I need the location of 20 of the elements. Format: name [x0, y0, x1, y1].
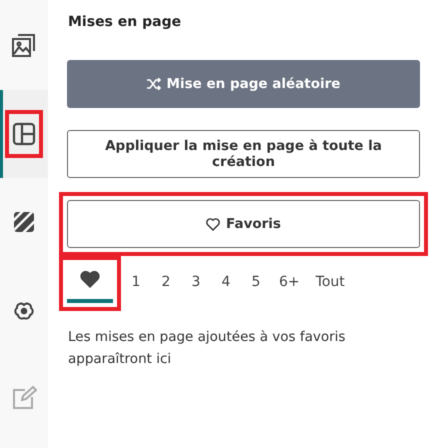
random-layout-button[interactable]: Mise en page aléatoire: [67, 60, 420, 108]
filter-tab[interactable]: 5: [242, 264, 270, 303]
stripes-icon: [12, 210, 36, 234]
filter-tab[interactable]: Tout: [308, 264, 352, 303]
sidebar-tab[interactable]: [0, 90, 48, 178]
heart-icon: [206, 218, 220, 230]
filter-tab[interactable]: 3: [182, 264, 210, 303]
empty-message: Les mises en page ajoutées à vos favoris apparaîtront ici: [68, 328, 346, 369]
favorites-button[interactable]: Favoris: [67, 200, 420, 248]
panel-title: Mises en page: [68, 14, 182, 30]
filter-tab[interactable]: 4: [212, 264, 240, 303]
filter-tab[interactable]: 6+: [272, 264, 307, 303]
apply-layout-button[interactable]: Appliquer la mise en page à toute la création: [67, 130, 420, 178]
edit-icon: [11, 385, 37, 411]
shuffle-icon: [146, 78, 161, 90]
heart-icon: [79, 270, 101, 289]
filter-tab[interactable]: 2: [152, 264, 180, 303]
layout-icon: [12, 122, 36, 146]
image-icon: [11, 32, 37, 58]
filter-tab[interactable]: 1: [122, 264, 150, 303]
